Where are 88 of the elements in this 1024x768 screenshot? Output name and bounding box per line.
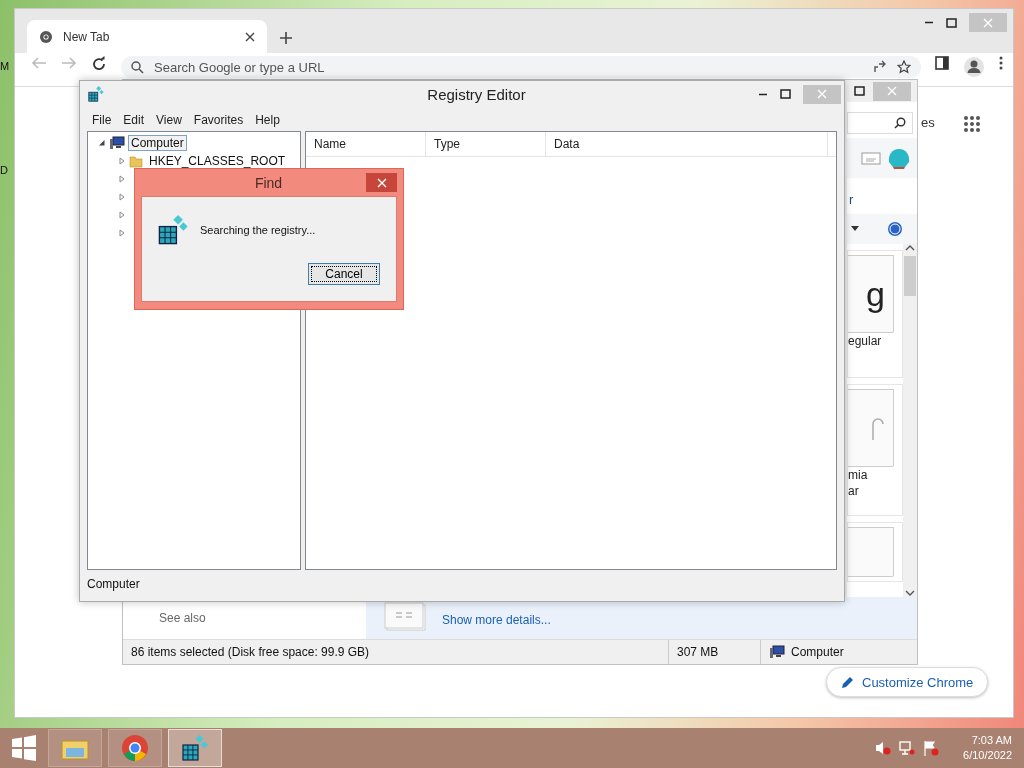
- minimize-icon: [924, 21, 934, 24]
- flag-icon: [923, 740, 940, 756]
- menu-item[interactable]: Help: [250, 113, 285, 127]
- status-text: Computer: [87, 577, 140, 591]
- file-tile[interactable]: g egular: [847, 250, 903, 378]
- status-text: 86 items selected (Disk free space: 99.9 GB): [123, 640, 669, 664]
- search-icon: [894, 117, 906, 129]
- browser-icon: [39, 29, 53, 44]
- pencil-icon: [841, 675, 854, 689]
- maximize-icon: [854, 86, 865, 96]
- share-icon: [873, 60, 887, 74]
- network-icon: [899, 740, 916, 756]
- envelope-icon: [861, 151, 881, 165]
- maximize-icon: [946, 17, 957, 28]
- expand-arrow-icon[interactable]: [118, 157, 126, 165]
- side-panel-icon: [935, 56, 949, 70]
- expand-arrow-icon[interactable]: [118, 229, 126, 237]
- search-field[interactable]: [847, 112, 913, 134]
- clock-date: 6/10/2022: [963, 748, 1012, 763]
- collapse-arrow-icon[interactable]: [98, 139, 106, 147]
- browser-tab[interactable]: New Tab: [27, 20, 267, 53]
- close-button[interactable]: [366, 173, 397, 192]
- search-icon: [131, 60, 144, 74]
- star-icon: [897, 60, 911, 74]
- registry-icon: [87, 85, 105, 103]
- menu-item[interactable]: File: [87, 113, 117, 127]
- arch-icon: [871, 416, 885, 440]
- menu-item[interactable]: Favorites: [188, 113, 249, 127]
- caret-icon: [851, 226, 859, 232]
- details-link[interactable]: Show more details...: [442, 613, 551, 627]
- file-tile[interactable]: mia ar: [847, 384, 903, 516]
- file-thumbnail: g: [848, 255, 894, 333]
- file-tile[interactable]: [847, 522, 903, 582]
- avatar-icon: [963, 56, 985, 78]
- close-icon: [817, 89, 827, 99]
- expand-arrow-icon[interactable]: [118, 211, 126, 219]
- help-icon: [887, 221, 903, 237]
- window-title: Registry Editor: [426, 85, 527, 103]
- shortcut-label[interactable]: es: [921, 115, 935, 130]
- expand-arrow-icon[interactable]: [118, 175, 126, 183]
- menu-item[interactable]: View: [151, 113, 187, 127]
- plus-icon: [279, 31, 293, 45]
- reload-icon: [91, 56, 107, 72]
- close-icon: [887, 86, 897, 96]
- dialog-title: Find: [253, 174, 284, 191]
- customize-button[interactable]: Customize Chrome: [826, 667, 989, 697]
- clock-time: 7:03 AM: [971, 733, 1012, 748]
- computer-icon: [769, 645, 785, 659]
- tree-item[interactable]: Computer: [128, 135, 187, 151]
- maximize-icon: [780, 89, 791, 99]
- file-name: mia ar: [848, 467, 869, 499]
- minimize-icon: [758, 92, 768, 96]
- column-header[interactable]: Type: [426, 132, 546, 156]
- status-text: Computer: [761, 640, 901, 664]
- see-also-heading: See also: [159, 611, 206, 625]
- file-name: egular: [848, 333, 883, 349]
- back-arrow-icon: [31, 56, 47, 70]
- taskbar-app[interactable]: [168, 729, 222, 767]
- scroll-down-icon: [905, 589, 915, 597]
- close-icon: [376, 177, 387, 188]
- volume-muted-icon: [875, 740, 892, 756]
- dialog-message: Searching the registry...: [200, 224, 316, 236]
- close-icon: [983, 17, 993, 28]
- registry-search-icon: [156, 213, 190, 247]
- close-icon: [245, 31, 255, 42]
- forward-arrow-icon: [61, 56, 77, 70]
- folder-icon: [129, 154, 143, 168]
- browser-icon: [120, 733, 150, 763]
- scrollbar-thumb[interactable]: [904, 256, 916, 296]
- apps-grid-icon: [963, 115, 981, 133]
- address-bar[interactable]: Search Google or type a URL: [121, 56, 921, 78]
- computer-icon: [109, 136, 125, 150]
- scroll-up-icon: [905, 244, 915, 252]
- tree-item[interactable]: HKEY_CLASSES_ROOT: [146, 153, 289, 169]
- menu-icon: [999, 56, 1003, 70]
- cancel-button[interactable]: Cancel: [308, 263, 380, 285]
- status-text: 307 MB: [669, 640, 761, 664]
- expand-arrow-icon[interactable]: [118, 193, 126, 201]
- desktop-icon-label: D: [0, 164, 9, 176]
- pane-text: r: [848, 191, 855, 209]
- menu-item[interactable]: Edit: [118, 113, 150, 127]
- registry-icon: [180, 733, 210, 763]
- desktop-icon-label: M: [0, 60, 10, 72]
- taskbar-app[interactable]: [108, 729, 162, 767]
- windows-logo-icon: [11, 735, 37, 761]
- shell-icon: [887, 147, 911, 169]
- column-header[interactable]: Name: [306, 132, 426, 156]
- column-header[interactable]: Data: [546, 132, 828, 156]
